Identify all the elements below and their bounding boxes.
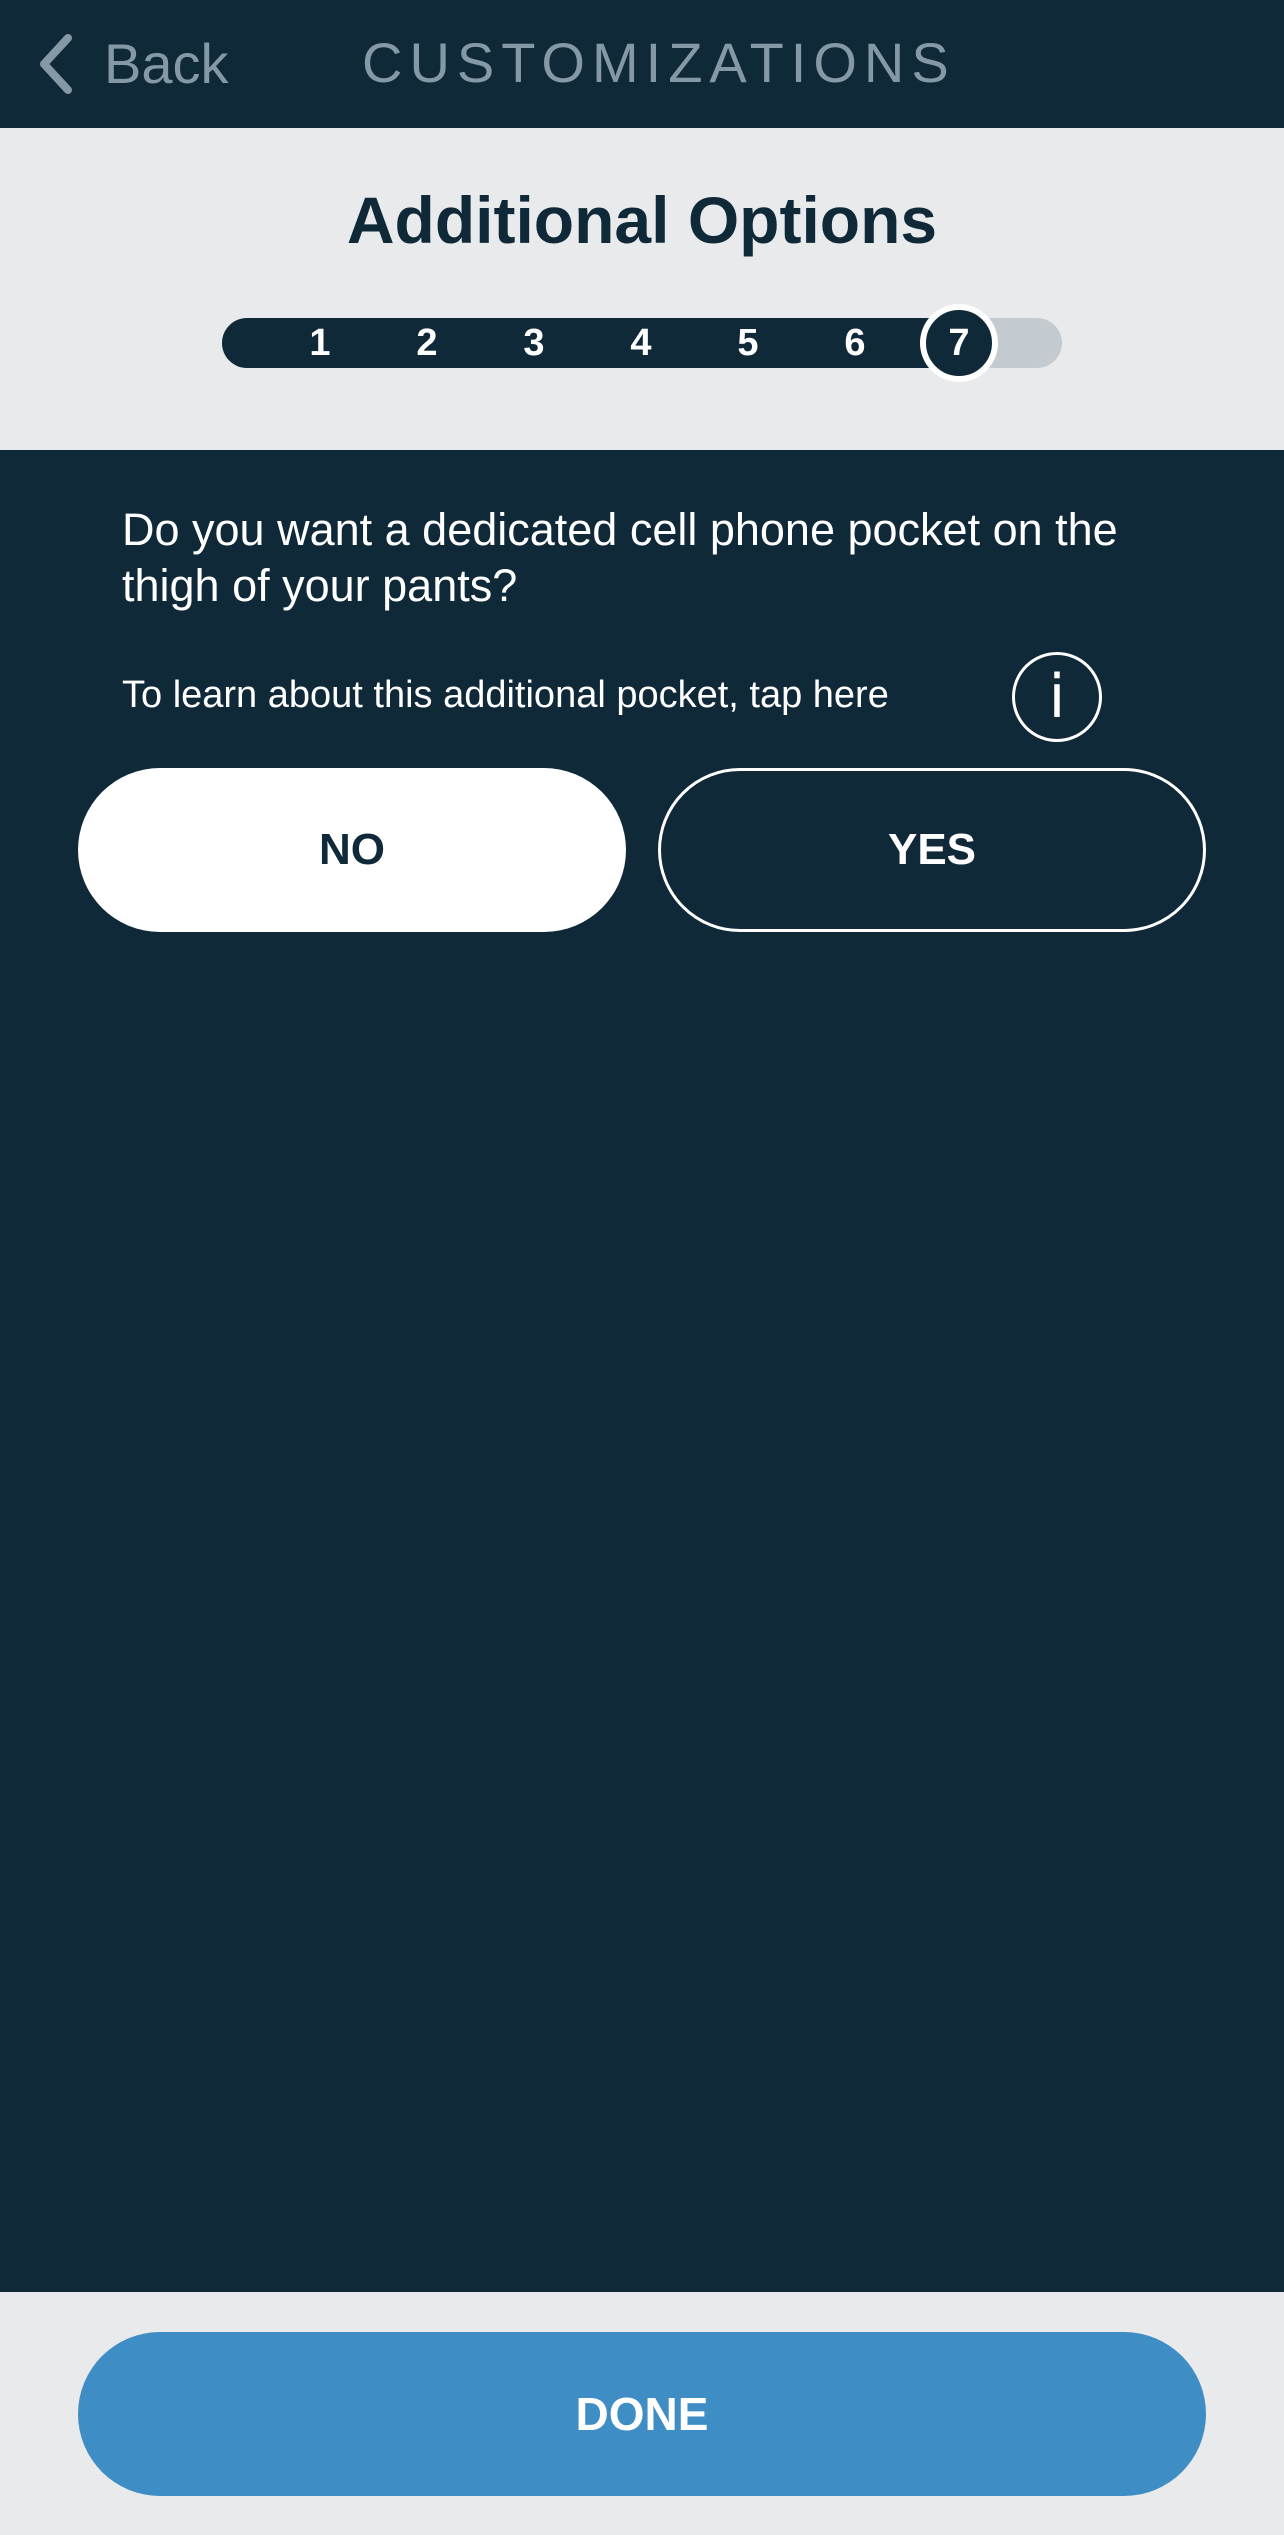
- header-panel: Additional Options 1 2 3 4 5 6 7: [0, 128, 1284, 450]
- step-1[interactable]: 1: [290, 318, 350, 368]
- yes-button[interactable]: YES: [658, 768, 1206, 932]
- customizations-screen: Back CUSTOMIZATIONS Additional Options 1…: [0, 0, 1284, 2535]
- step-5[interactable]: 5: [718, 318, 778, 368]
- back-label: Back: [104, 32, 229, 95]
- step-2[interactable]: 2: [397, 318, 457, 368]
- done-button[interactable]: DONE: [78, 2332, 1206, 2496]
- info-icon[interactable]: i: [1012, 652, 1102, 742]
- footer-panel: DONE: [0, 2292, 1284, 2535]
- question-text: Do you want a dedicated cell phone pocke…: [122, 504, 1118, 611]
- chevron-left-icon: [40, 34, 72, 94]
- back-button[interactable]: Back: [36, 28, 229, 100]
- step-4[interactable]: 4: [611, 318, 671, 368]
- page-title: Additional Options: [346, 183, 938, 257]
- progress-stepper: 1 2 3 4 5 6 7: [222, 304, 1062, 382]
- step-6[interactable]: 6: [825, 318, 885, 368]
- learn-more-row: To learn about this additional pocket, t…: [122, 652, 1122, 742]
- step-3[interactable]: 3: [504, 318, 564, 368]
- nav-title: CUSTOMIZATIONS: [362, 31, 956, 94]
- step-7-current[interactable]: 7: [920, 304, 998, 382]
- nav-bar: Back CUSTOMIZATIONS: [0, 0, 1284, 128]
- no-button[interactable]: NO: [78, 768, 626, 932]
- learn-more-text: To learn about this additional pocket, t…: [122, 674, 889, 716]
